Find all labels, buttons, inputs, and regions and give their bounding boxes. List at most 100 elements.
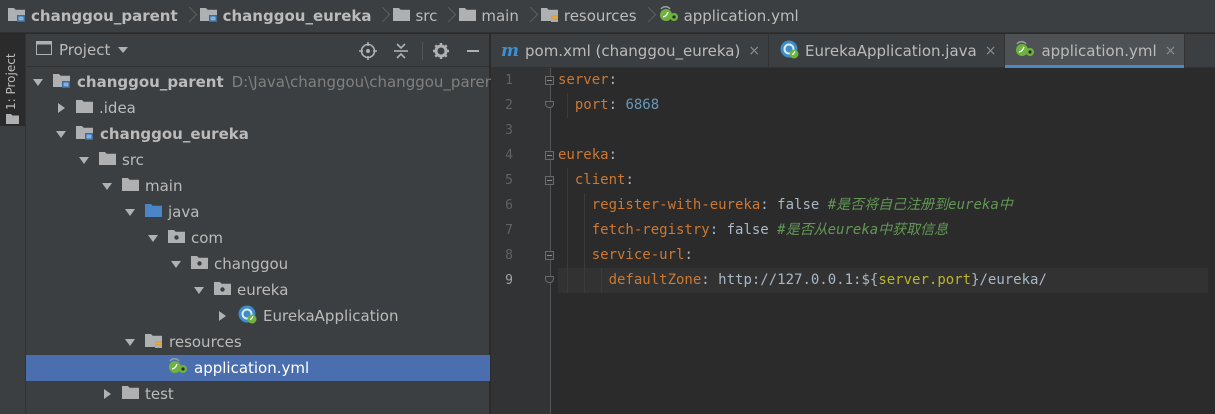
code-area[interactable]: server: port: 6868 eureka: client: regist… bbox=[558, 68, 1208, 293]
fold-icon[interactable] bbox=[545, 251, 554, 260]
project-tool-tab[interactable]: 1: Project bbox=[0, 34, 25, 126]
indent-guide bbox=[567, 93, 568, 118]
chevron-down-icon[interactable] bbox=[192, 283, 206, 297]
folder-icon bbox=[6, 112, 19, 128]
editor-tab[interactable]: EurekaApplication.java × bbox=[769, 34, 1006, 68]
code-token: fetch-registry bbox=[591, 222, 710, 238]
breadcrumb-item[interactable]: main bbox=[459, 0, 519, 32]
spring-class-icon bbox=[237, 304, 257, 328]
close-icon[interactable]: × bbox=[985, 43, 997, 59]
line-number: 7 bbox=[505, 223, 513, 238]
code-line: service-url: bbox=[558, 243, 1208, 268]
code-token: client bbox=[574, 172, 626, 188]
tree-node[interactable]: application.yml bbox=[26, 355, 490, 381]
tree-node[interactable]: resources bbox=[26, 329, 490, 355]
tree-node-label: application.yml bbox=[194, 359, 310, 377]
chevron-right-icon[interactable] bbox=[100, 387, 114, 401]
locate-file-icon[interactable] bbox=[359, 42, 377, 60]
close-icon[interactable]: × bbox=[748, 43, 760, 59]
chevron-down-icon[interactable] bbox=[123, 205, 137, 219]
tree-node-label: resources bbox=[169, 333, 242, 351]
line-number: 4 bbox=[505, 148, 513, 163]
chevron-down-icon[interactable] bbox=[123, 335, 137, 349]
tree-node[interactable]: EurekaApplication bbox=[26, 303, 490, 329]
editor-tab-label: application.yml bbox=[1041, 42, 1157, 60]
chevron-right-icon[interactable] bbox=[215, 309, 229, 323]
breadcrumb-item[interactable]: application.yml bbox=[659, 0, 799, 32]
fold-icon[interactable] bbox=[545, 176, 554, 185]
code-token: : bbox=[608, 147, 618, 163]
line-number: 3 bbox=[505, 123, 513, 138]
code-token: : bbox=[625, 172, 634, 188]
fold-end-icon[interactable] bbox=[545, 276, 554, 283]
package-icon bbox=[168, 229, 185, 247]
folder-icon bbox=[393, 7, 411, 25]
breadcrumb-item[interactable]: changgou_parent bbox=[8, 0, 178, 32]
folder-icon bbox=[76, 99, 93, 117]
module-folder-icon bbox=[199, 7, 218, 26]
breadcrumb-label: changgou_parent bbox=[31, 7, 178, 25]
editor-tab-label: pom.xml (changgou_eureka) bbox=[525, 42, 741, 60]
editor-tab[interactable]: application.yml × bbox=[1005, 34, 1186, 68]
chevron-right-icon[interactable] bbox=[54, 101, 68, 115]
line-number: 2 bbox=[505, 98, 513, 113]
tree-node[interactable]: changgou bbox=[26, 251, 490, 277]
fold-icon[interactable] bbox=[545, 151, 554, 160]
package-icon bbox=[191, 255, 208, 273]
collapse-all-icon[interactable] bbox=[392, 42, 410, 60]
gear-icon[interactable] bbox=[432, 42, 450, 60]
chevron-down-icon[interactable] bbox=[118, 47, 129, 53]
tree-node-label: test bbox=[145, 385, 174, 403]
tree-node[interactable]: .idea bbox=[26, 95, 490, 121]
indent-guide bbox=[567, 218, 568, 243]
indent-guide bbox=[567, 168, 568, 193]
chevron-down-icon[interactable] bbox=[169, 257, 183, 271]
code-token: ${ bbox=[861, 272, 879, 288]
code-token: /eureka/ bbox=[979, 272, 1047, 288]
chevron-down-icon[interactable] bbox=[77, 153, 91, 167]
line-number: 6 bbox=[505, 198, 513, 213]
code-token: false bbox=[777, 197, 820, 213]
tree-node[interactable]: changgou_eureka bbox=[26, 121, 490, 147]
indent-guide bbox=[567, 268, 568, 293]
editor-tab-label: EurekaApplication.java bbox=[805, 42, 977, 60]
line-number: 5 bbox=[505, 173, 513, 188]
project-panel-header: Project bbox=[26, 34, 489, 67]
chevron-down-icon[interactable] bbox=[54, 127, 68, 141]
spring-yml-icon bbox=[1015, 40, 1035, 62]
breadcrumb-label: src bbox=[415, 7, 438, 25]
chevron-down-icon[interactable] bbox=[31, 75, 45, 89]
tree-node[interactable]: com bbox=[26, 225, 490, 251]
code-token: #是否从eureka中获取信息 bbox=[768, 222, 949, 238]
tree-node[interactable]: main bbox=[26, 173, 490, 199]
breadcrumb-label: resources bbox=[563, 7, 637, 25]
project-view-selector[interactable]: Project bbox=[59, 41, 110, 59]
tree-node[interactable]: test bbox=[26, 381, 490, 407]
editor-tab[interactable]: m pom.xml (changgou_eureka) × bbox=[491, 34, 770, 68]
breadcrumb-item[interactable]: src bbox=[393, 0, 437, 32]
code-token: service-url bbox=[591, 247, 685, 263]
fold-icon[interactable] bbox=[545, 76, 554, 85]
maven-icon: m bbox=[501, 41, 519, 61]
breadcrumb-item[interactable]: resources bbox=[540, 0, 637, 32]
indent-guide bbox=[567, 243, 568, 268]
tree-node[interactable]: src bbox=[26, 147, 490, 173]
navigation-bar: changgou_parent changgou_eureka src main res… bbox=[0, 0, 1215, 33]
chevron-down-icon[interactable] bbox=[100, 179, 114, 193]
breadcrumb-item[interactable]: changgou_eureka bbox=[199, 0, 371, 32]
tree-node[interactable]: changgou_parent D:\Java\changgou\changgou… bbox=[26, 69, 494, 95]
line-number: 8 bbox=[505, 248, 513, 263]
spring-yml-icon bbox=[168, 357, 188, 379]
chevron-down-icon[interactable] bbox=[146, 231, 160, 245]
tree-node[interactable]: eureka bbox=[26, 277, 490, 303]
tree-node[interactable]: java bbox=[26, 199, 490, 225]
code-line: client: bbox=[558, 168, 1208, 193]
fold-end-icon[interactable] bbox=[545, 101, 554, 108]
hide-icon[interactable] bbox=[464, 42, 482, 60]
source-folder-icon bbox=[145, 203, 162, 221]
code-line: port: 6868 bbox=[558, 93, 1208, 118]
close-icon[interactable]: × bbox=[1165, 43, 1177, 59]
tree-node-label: java bbox=[168, 203, 200, 221]
